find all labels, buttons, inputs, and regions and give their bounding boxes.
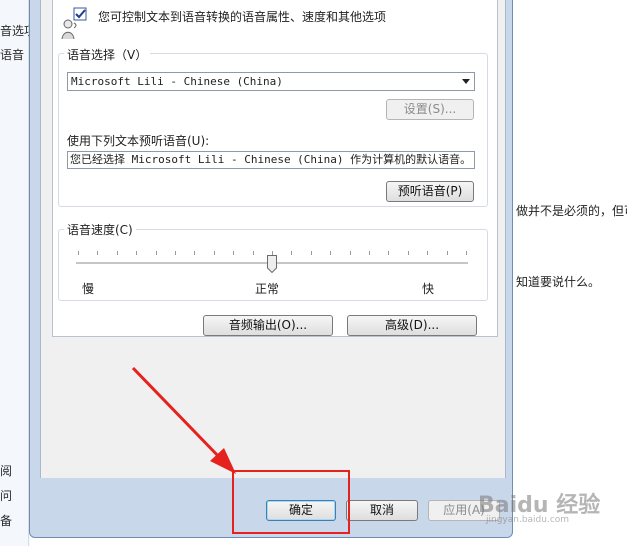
slider-tick bbox=[330, 251, 332, 255]
preview-text-field[interactable]: 您已经选择 Microsoft Lili - Chinese (China) 作… bbox=[67, 151, 475, 169]
voice-speed-slider-thumb[interactable] bbox=[267, 255, 277, 273]
slider-tick bbox=[369, 251, 370, 255]
ok-button-highlight-box bbox=[232, 470, 350, 534]
voice-selection-label: 语音选择（V） bbox=[64, 46, 151, 63]
slider-tick bbox=[175, 251, 176, 255]
slider-tick bbox=[427, 251, 429, 255]
speed-normal-label: 正常 bbox=[255, 282, 280, 296]
settings-button[interactable]: 设置(S)... bbox=[386, 99, 474, 120]
advanced-button[interactable]: 高级(D)... bbox=[347, 315, 477, 336]
slider-tick bbox=[407, 251, 409, 255]
slider-tick bbox=[388, 251, 390, 255]
slider-tick bbox=[194, 251, 196, 255]
preview-label: 使用下列文本预听语音(U): bbox=[67, 134, 210, 148]
slider-tick bbox=[136, 251, 138, 255]
speech-person-icon bbox=[61, 7, 87, 40]
background-nav-item[interactable]: 阅 bbox=[0, 462, 12, 479]
slider-tick bbox=[446, 251, 448, 255]
slider-tick bbox=[252, 251, 254, 255]
slider-tick bbox=[349, 251, 351, 255]
background-nav-item[interactable]: 问 bbox=[0, 487, 12, 504]
preview-voice-button[interactable]: 预听语音(P) bbox=[386, 181, 474, 202]
speed-fast-label: 快 bbox=[422, 282, 435, 296]
slider-tick bbox=[116, 251, 118, 255]
slider-tick bbox=[466, 251, 467, 255]
background-body-text: 知道要说什么。 bbox=[516, 275, 601, 289]
baidu-watermark-url: jingyan.baidu.com bbox=[486, 515, 570, 525]
background-nav-item[interactable]: 语音 bbox=[0, 46, 24, 63]
voice-select[interactable]: Microsoft Lili - Chinese (China) bbox=[67, 72, 475, 91]
background-body-text: 做并不是必须的，但可 bbox=[516, 204, 627, 218]
speed-slow-label: 慢 bbox=[82, 282, 95, 296]
dialog-description: 您可控制文本到语音转换的语音属性、速度和其他选项 bbox=[98, 10, 387, 24]
slider-tick bbox=[155, 251, 157, 255]
background-nav-item[interactable]: 备 bbox=[0, 512, 12, 529]
audio-output-button[interactable]: 音频输出(O)... bbox=[203, 315, 333, 336]
voice-select-value: Microsoft Lili - Chinese (China) bbox=[71, 75, 283, 88]
cancel-button[interactable]: 取消 bbox=[346, 500, 418, 521]
slider-tick bbox=[233, 251, 235, 255]
voice-speed-label: 语音速度(C) bbox=[64, 221, 136, 238]
slider-tick bbox=[97, 251, 99, 255]
slider-tick bbox=[78, 251, 79, 255]
slider-tick bbox=[213, 251, 215, 255]
slider-tick bbox=[291, 251, 293, 255]
slider-tick bbox=[310, 251, 312, 255]
chevron-down-icon[interactable] bbox=[462, 79, 470, 84]
